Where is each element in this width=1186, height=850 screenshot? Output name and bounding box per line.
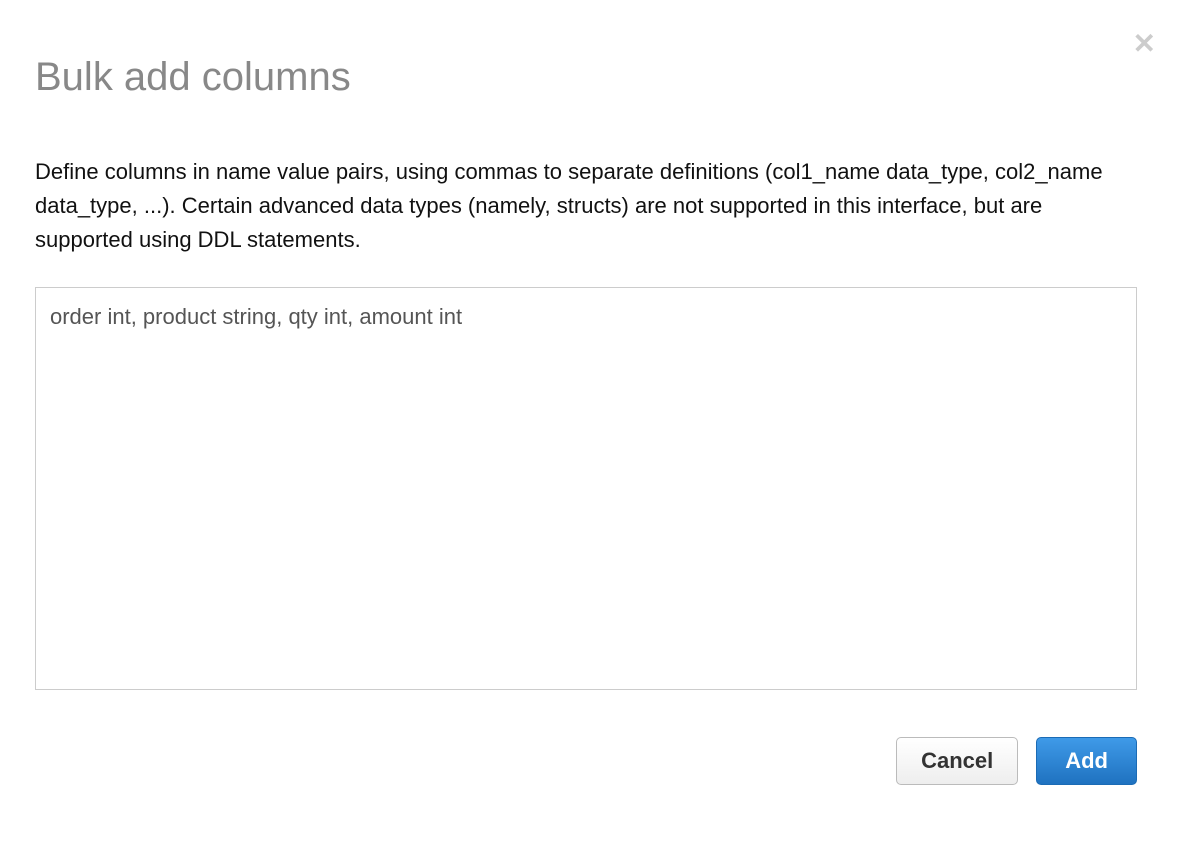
close-icon[interactable]: ✕ <box>1133 30 1156 58</box>
cancel-button[interactable]: Cancel <box>896 737 1018 785</box>
button-row: Cancel Add <box>35 737 1137 785</box>
bulk-add-columns-modal: ✕ Bulk add columns Define columns in nam… <box>0 0 1186 820</box>
modal-title: Bulk add columns <box>35 55 1151 100</box>
add-button[interactable]: Add <box>1036 737 1137 785</box>
modal-description: Define columns in name value pairs, usin… <box>35 155 1135 257</box>
columns-input[interactable] <box>35 287 1137 690</box>
textarea-wrapper <box>35 287 1137 695</box>
